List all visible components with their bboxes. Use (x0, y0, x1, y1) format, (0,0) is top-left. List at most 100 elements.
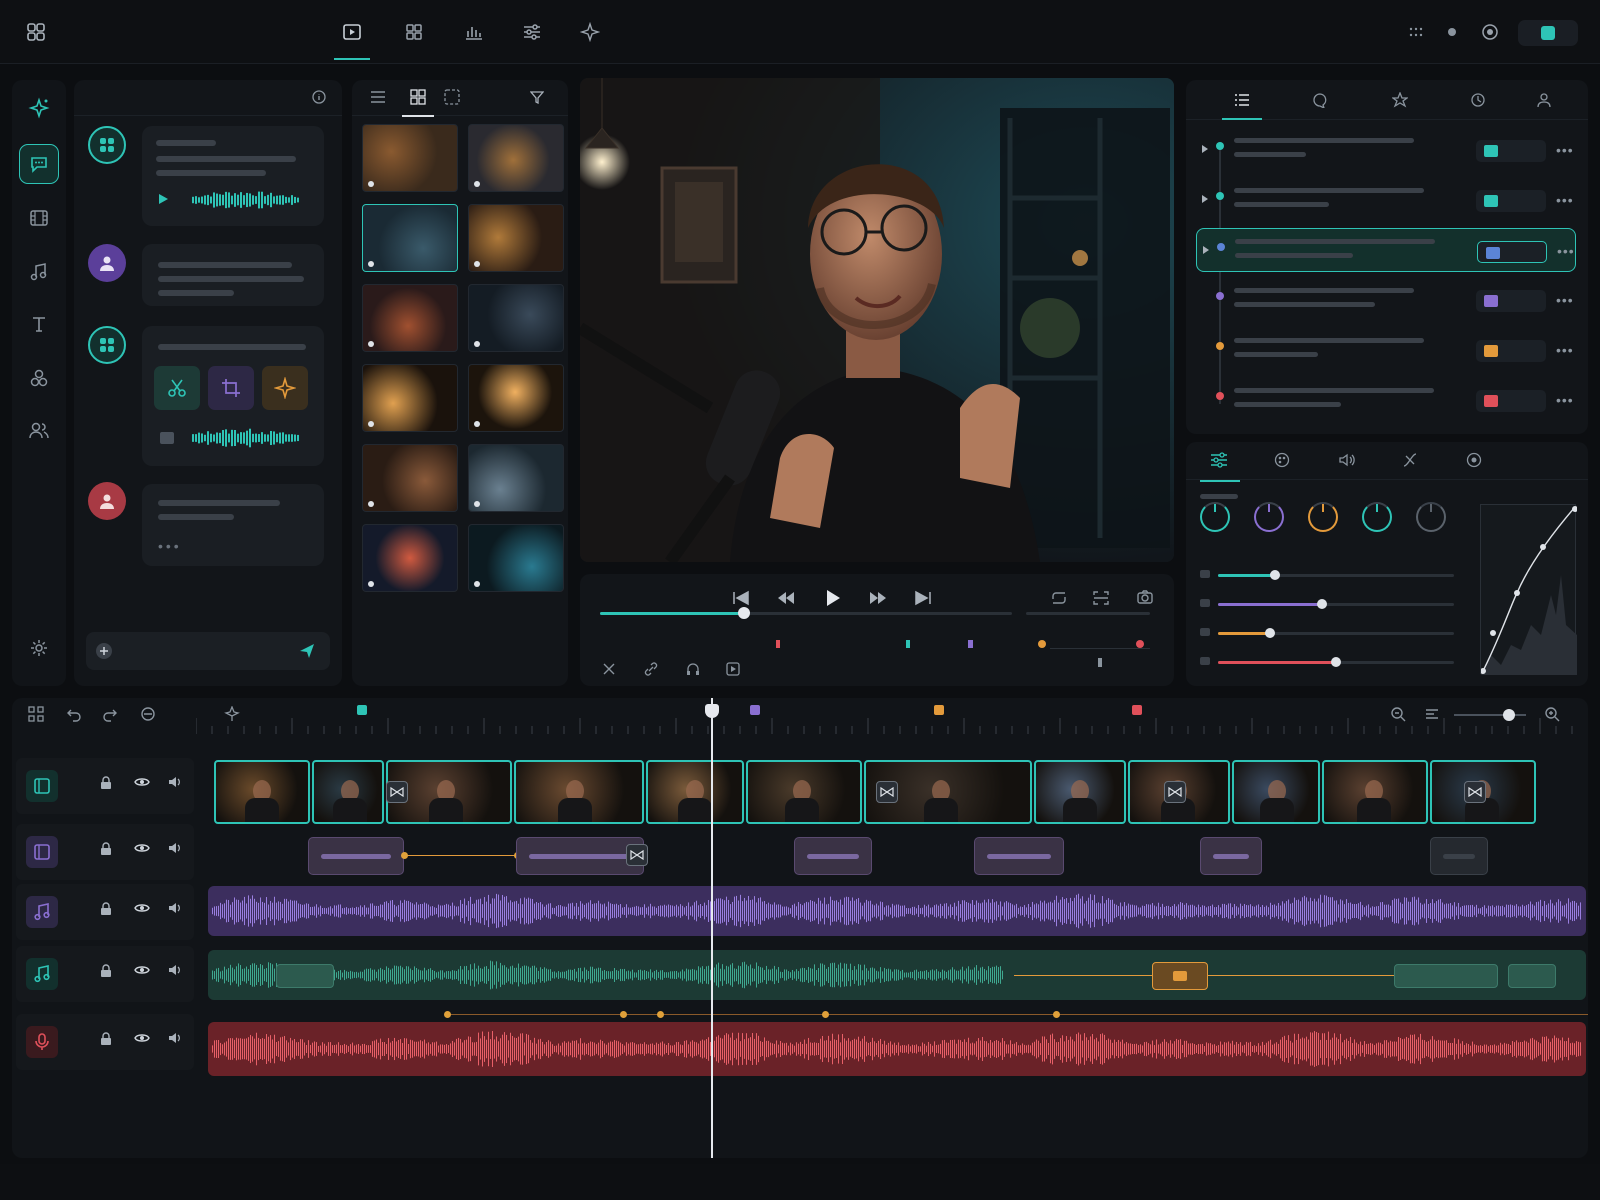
visibility-eye-icon[interactable] (134, 902, 150, 917)
safe-area-icon[interactable] (1092, 590, 1110, 611)
voiceover-track-clip[interactable] (208, 1022, 1586, 1076)
add-attachment-icon[interactable] (96, 643, 112, 659)
timeline-marker[interactable] (357, 705, 367, 715)
grid-tab-icon[interactable] (400, 18, 428, 46)
timeline-ruler[interactable] (196, 716, 1588, 736)
film-icon[interactable] (19, 198, 59, 238)
audio-tab-icon[interactable] (1338, 452, 1356, 473)
speaker-icon[interactable] (168, 964, 182, 979)
edit-list-row[interactable]: ••• (1196, 328, 1576, 372)
timeline-marker[interactable] (1132, 705, 1142, 715)
play-voice-icon[interactable] (156, 192, 170, 211)
title-clip[interactable] (1430, 837, 1488, 875)
curves-graph[interactable] (1480, 504, 1578, 675)
enhance-action-button[interactable] (262, 366, 308, 410)
video-clip[interactable] (1232, 760, 1320, 824)
media-thumbnail[interactable] (468, 204, 564, 272)
visibility-eye-icon[interactable] (134, 842, 150, 857)
ripple-icon[interactable] (140, 706, 156, 727)
volume-track[interactable] (1026, 612, 1150, 615)
media-thumbnail[interactable] (362, 364, 458, 432)
stop-icon[interactable] (160, 432, 174, 444)
lock-icon[interactable] (100, 842, 112, 859)
grading-slider[interactable] (1218, 570, 1454, 580)
playhead[interactable] (705, 698, 719, 1158)
transition-icon[interactable] (386, 781, 408, 803)
grading-slider[interactable] (1218, 599, 1454, 609)
media-thumbnail[interactable] (362, 524, 458, 592)
media-thumbnail[interactable] (468, 364, 564, 432)
media-thumbnail[interactable] (362, 444, 458, 512)
export-button[interactable] (1518, 20, 1578, 46)
filter-icon[interactable] (529, 90, 545, 109)
mini-handle[interactable] (1098, 658, 1102, 667)
slider-checkbox[interactable] (1200, 657, 1210, 665)
grid-view-icon[interactable] (402, 89, 434, 117)
text-icon[interactable] (19, 304, 59, 344)
send-icon[interactable] (298, 642, 316, 665)
media-thumbnail[interactable] (468, 524, 564, 592)
info-icon[interactable] (312, 90, 326, 109)
loop-icon[interactable] (1050, 590, 1068, 611)
video-clip[interactable] (746, 760, 862, 824)
timeline-marker[interactable] (750, 705, 760, 715)
title-clip[interactable] (1200, 837, 1262, 875)
audio-effect-clip[interactable] (1152, 962, 1208, 990)
scrubber-track[interactable] (600, 607, 1012, 619)
compact-view-icon[interactable] (444, 89, 460, 110)
apps-icon[interactable] (1402, 18, 1430, 46)
speaker-icon[interactable] (168, 902, 182, 917)
speaker-icon[interactable] (168, 776, 182, 791)
row-color-swatch[interactable] (1477, 241, 1547, 263)
split-icon[interactable] (602, 662, 616, 681)
audio-levels-tab-icon[interactable] (460, 18, 488, 46)
redo-icon[interactable] (102, 706, 118, 727)
snap-icon[interactable] (28, 706, 44, 727)
edit-list-row[interactable]: ••• (1196, 228, 1576, 272)
grading-knob[interactable] (1200, 502, 1230, 532)
more-options-icon[interactable]: ••• (1556, 392, 1574, 408)
record-icon[interactable] (1476, 18, 1504, 46)
more-options-icon[interactable]: ••• (1556, 142, 1574, 158)
row-color-swatch[interactable] (1476, 390, 1546, 412)
play-button[interactable] (824, 588, 842, 613)
fullscreen-icon[interactable] (726, 662, 740, 681)
music-icon[interactable] (19, 252, 59, 292)
rewind-icon[interactable] (776, 590, 796, 611)
visibility-eye-icon[interactable] (134, 776, 150, 791)
grading-slider[interactable] (1218, 657, 1454, 667)
chat-input[interactable] (86, 632, 330, 670)
headphones-icon[interactable] (686, 662, 700, 681)
video-clip[interactable] (646, 760, 744, 824)
undo-icon[interactable] (66, 706, 82, 727)
slider-checkbox[interactable] (1200, 570, 1210, 578)
more-options-icon[interactable]: ••• (1556, 342, 1574, 358)
color-wheel-tab-icon[interactable] (1274, 452, 1290, 473)
adjust-tab-icon[interactable] (518, 18, 546, 46)
edit-list-row[interactable]: ••• (1196, 178, 1576, 222)
effects-icon[interactable] (19, 358, 59, 398)
ai-tab-icon[interactable] (576, 18, 604, 46)
link-icon[interactable] (644, 662, 658, 681)
crop-action-button[interactable] (208, 366, 254, 410)
skip-forward-icon[interactable] (914, 590, 932, 611)
lock-icon[interactable] (100, 902, 112, 919)
history-tab-icon[interactable] (1470, 92, 1486, 113)
list-tab-icon[interactable] (1222, 92, 1262, 120)
lock-icon[interactable] (100, 1032, 112, 1049)
media-thumbnail[interactable] (362, 124, 458, 192)
edit-list-row[interactable]: ••• (1196, 128, 1576, 172)
target-tab-icon[interactable] (1466, 452, 1482, 473)
scrubber-handle[interactable] (738, 607, 751, 619)
video-clip[interactable] (1034, 760, 1126, 824)
visibility-eye-icon[interactable] (134, 964, 150, 979)
grading-knob[interactable] (1416, 502, 1446, 532)
snapshot-camera-icon[interactable] (1136, 589, 1154, 610)
row-color-swatch[interactable] (1476, 290, 1546, 312)
favorites-tab-icon[interactable] (1391, 91, 1409, 113)
grading-slider[interactable] (1218, 628, 1454, 638)
title-clip[interactable] (516, 837, 644, 875)
fast-forward-icon[interactable] (868, 590, 888, 611)
timeline-marker[interactable] (934, 705, 944, 715)
video-preview[interactable] (580, 78, 1174, 562)
